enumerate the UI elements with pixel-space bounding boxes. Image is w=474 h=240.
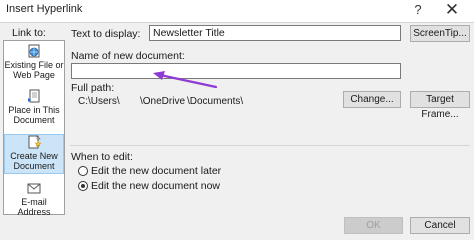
text-to-display-input[interactable]: Newsletter Title bbox=[149, 25, 401, 41]
when-to-edit-label: When to edit: bbox=[71, 151, 133, 163]
title-bar: Insert Hyperlink ? ✕ bbox=[0, 0, 474, 22]
edit-later-label: Edit the new document later bbox=[91, 165, 222, 177]
edit-now-radio[interactable] bbox=[78, 181, 88, 191]
new-document-name-input[interactable] bbox=[71, 63, 401, 79]
new-document-icon bbox=[28, 135, 42, 149]
window-title: Insert Hyperlink bbox=[6, 3, 83, 15]
link-to-create-label-1: Create New bbox=[10, 151, 58, 161]
link-to-place-label-1: Place in This bbox=[8, 105, 60, 115]
annotation-arrow-icon bbox=[153, 71, 218, 89]
link-to-existing-file[interactable]: Existing File or Web Page bbox=[4, 44, 64, 84]
globe-page-icon bbox=[28, 44, 40, 58]
close-button[interactable]: ✕ bbox=[440, 0, 464, 20]
link-to-label: Link to: bbox=[12, 27, 46, 39]
link-to-place-in-document[interactable]: Place in This Document bbox=[4, 89, 64, 129]
full-path-segment: \OneDrive bbox=[140, 96, 186, 107]
hyperlink-dialog: Link to: Existing File or Web Page Place… bbox=[0, 22, 474, 240]
new-document-name-label: Name of new document: bbox=[71, 50, 185, 62]
full-path-segment: C:\Users\ bbox=[78, 96, 120, 107]
link-to-email-address[interactable]: E-mail Address bbox=[4, 181, 64, 217]
edit-later-radio[interactable] bbox=[78, 166, 88, 176]
email-icon bbox=[27, 183, 41, 194]
help-button[interactable]: ? bbox=[406, 0, 430, 20]
edit-now-label: Edit the new document now bbox=[91, 180, 220, 192]
ok-button[interactable]: OK bbox=[344, 217, 403, 234]
document-place-icon bbox=[28, 89, 40, 103]
full-path-segment: \Documents\ bbox=[187, 96, 244, 107]
text-to-display-label: Text to display: bbox=[71, 28, 141, 40]
change-button[interactable]: Change... bbox=[343, 91, 401, 108]
screentip-button[interactable]: ScreenTip... bbox=[410, 25, 470, 42]
full-path-label: Full path: bbox=[71, 82, 115, 94]
divider bbox=[70, 145, 470, 146]
cancel-button[interactable]: Cancel bbox=[410, 217, 470, 234]
target-frame-button[interactable]: Target Frame... bbox=[410, 91, 470, 120]
link-to-place-label-2: Document bbox=[13, 115, 55, 125]
link-to-create-new-document[interactable]: Create New Document bbox=[4, 134, 64, 174]
link-to-email-label: E-mail Address bbox=[17, 197, 51, 217]
link-to-create-label-2: Document bbox=[13, 161, 55, 171]
link-to-existing-label-2: Web Page bbox=[13, 70, 55, 80]
link-to-panel: Existing File or Web Page Place in This … bbox=[3, 40, 65, 217]
link-to-existing-label-1: Existing File or bbox=[4, 60, 64, 70]
